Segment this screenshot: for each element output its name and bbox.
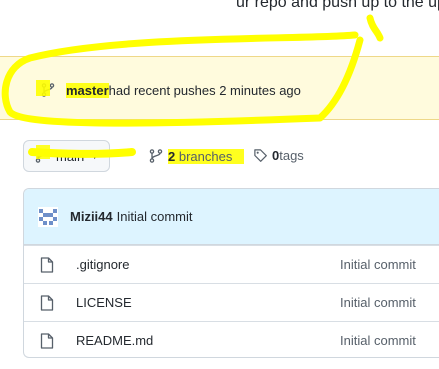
tags-label: tags	[279, 148, 304, 163]
recent-push-banner: master had recent pushes 2 minutes ago	[0, 56, 439, 120]
file-row[interactable]: README.md Initial commit	[24, 321, 439, 357]
pushed-branch-name[interactable]: master	[66, 82, 109, 98]
file-commit-message[interactable]: Initial commit	[340, 333, 416, 348]
banner-message: had recent pushes 2 minutes ago	[108, 82, 301, 98]
file-list: Mizii44 Initial commit .gitignore Initia…	[23, 188, 439, 358]
file-icon	[40, 294, 54, 311]
latest-commit: Mizii44 Initial commit	[24, 189, 439, 245]
commit-message[interactable]: Initial commit	[117, 209, 193, 224]
tag-icon	[254, 149, 267, 162]
file-icon	[40, 256, 54, 273]
file-commit-message[interactable]: Initial commit	[340, 257, 416, 272]
branch-select-label: main	[56, 148, 85, 164]
tags-link[interactable]: 0 tags	[253, 148, 304, 163]
file-icon	[40, 332, 54, 349]
commit-author[interactable]: Mizii44	[70, 209, 113, 224]
file-name[interactable]: .gitignore	[76, 257, 129, 272]
file-row[interactable]: LICENSE Initial commit	[24, 283, 439, 321]
header-partial-text: ur repo and push up to the upp	[236, 0, 439, 11]
chevron-down-icon: ▼	[90, 151, 100, 161]
git-branch-icon	[41, 83, 55, 97]
branches-label: branches	[175, 148, 233, 164]
git-branch-icon	[35, 149, 49, 163]
branches-link[interactable]: 2 branches	[148, 148, 245, 164]
branch-select-button[interactable]: main ▼	[23, 140, 111, 172]
file-commit-message[interactable]: Initial commit	[340, 295, 416, 310]
git-branch-icon	[149, 149, 163, 163]
file-name[interactable]: README.md	[76, 333, 153, 348]
file-row[interactable]: .gitignore Initial commit	[24, 245, 439, 283]
avatar-identicon[interactable]	[38, 206, 58, 227]
tags-count: 0	[272, 148, 280, 163]
file-name[interactable]: LICENSE	[76, 295, 132, 310]
